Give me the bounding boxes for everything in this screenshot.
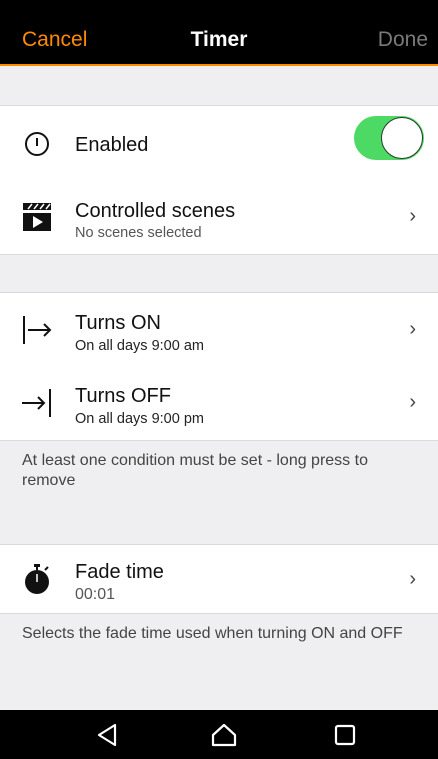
enabled-row[interactable]: Enabled <box>0 105 438 182</box>
turns-off-icon <box>20 383 54 423</box>
turns-off-row[interactable]: Turns OFF On all days 9:00 pm › <box>0 366 438 441</box>
page-title: Timer <box>190 28 248 51</box>
enabled-toggle[interactable] <box>354 116 424 160</box>
chevron-right-icon: › <box>409 391 416 413</box>
fade-time-value: 00:01 <box>75 586 116 603</box>
fade-time-row[interactable]: Fade time 00:01 › <box>0 544 438 614</box>
turns-on-sub: On all days 9:00 am <box>75 338 204 354</box>
stopwatch-icon <box>20 559 54 599</box>
done-button[interactable]: Done <box>378 28 428 52</box>
controlled-scenes-sub: No scenes selected <box>75 225 202 241</box>
clapperboard-icon <box>20 197 54 237</box>
turns-on-icon <box>20 310 54 350</box>
controlled-scenes-label: Controlled scenes <box>75 200 236 222</box>
turns-on-row[interactable]: Turns ON On all days 9:00 am › <box>0 292 438 367</box>
turns-off-sub: On all days 9:00 pm <box>75 411 204 427</box>
chevron-right-icon: › <box>409 318 416 340</box>
enabled-label: Enabled <box>75 134 149 156</box>
turns-on-label: Turns ON <box>75 312 161 334</box>
home-icon[interactable] <box>209 722 239 748</box>
top-bar: Cancel Timer Done <box>0 0 438 66</box>
condition-note: At least one condition must be set - lon… <box>22 452 368 489</box>
system-nav-bar <box>0 710 438 759</box>
power-icon <box>20 124 54 164</box>
turns-off-label: Turns OFF <box>75 385 171 407</box>
fade-note: Selects the fade time used when turning … <box>22 625 403 642</box>
toggle-knob <box>381 117 423 159</box>
chevron-right-icon: › <box>409 205 416 227</box>
controlled-scenes-row[interactable]: Controlled scenes No scenes selected › <box>0 181 438 255</box>
chevron-right-icon: › <box>409 568 416 590</box>
fade-time-label: Fade time <box>75 561 164 583</box>
back-icon[interactable] <box>92 722 122 748</box>
recents-icon[interactable] <box>330 722 360 748</box>
